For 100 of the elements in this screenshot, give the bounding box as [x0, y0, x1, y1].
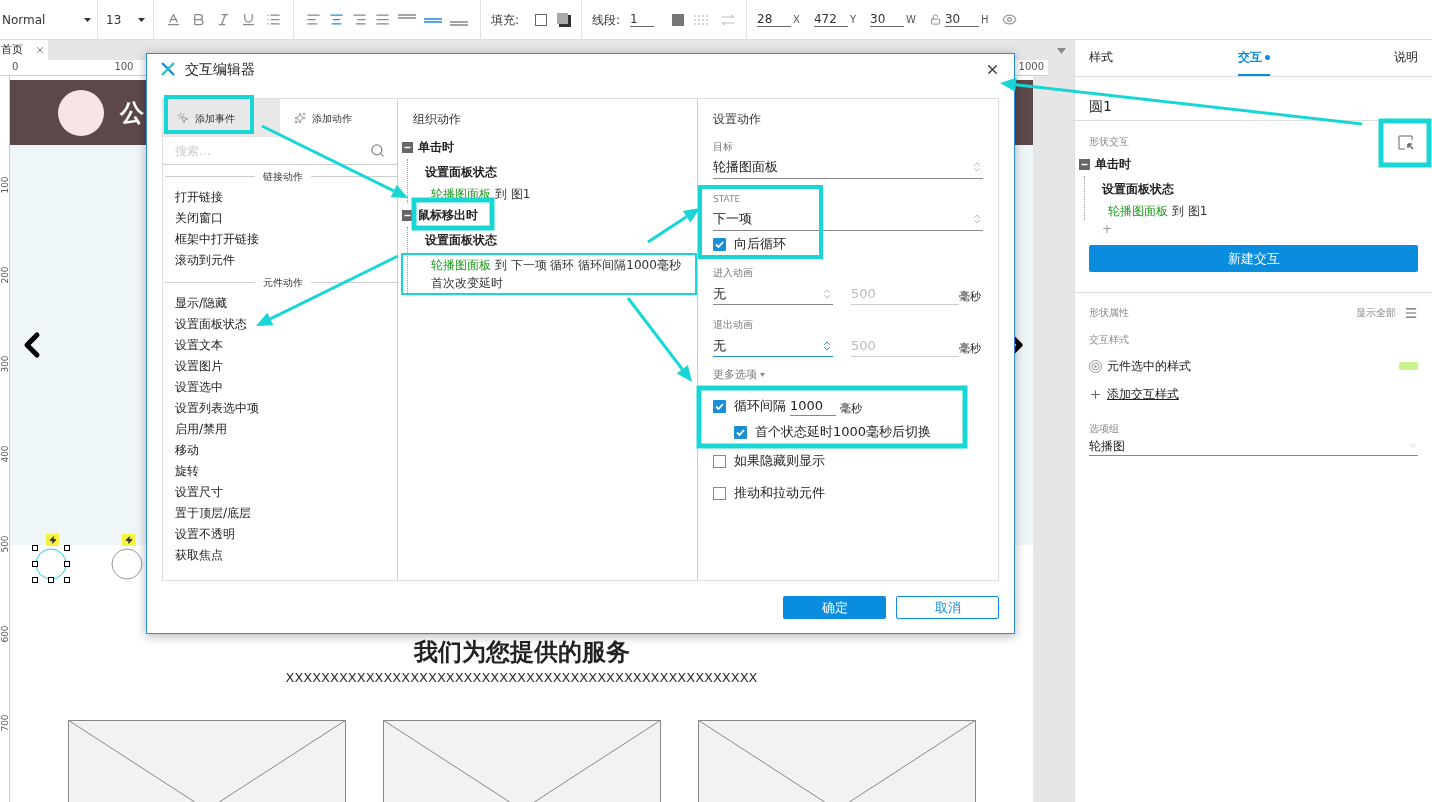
action-list-item[interactable]: 设置列表选中项 [175, 398, 259, 419]
coordinate-field[interactable]: 28 [757, 12, 792, 27]
animation-select[interactable]: 无 [713, 335, 833, 357]
circle-shape[interactable] [32, 545, 70, 583]
font-color-icon[interactable] [166, 12, 181, 27]
target-icon [1089, 359, 1102, 373]
action-list-item[interactable]: 获取焦点 [175, 545, 223, 566]
align-justify-icon[interactable] [375, 12, 390, 27]
caret-icon [84, 17, 91, 22]
checkbox[interactable] [713, 237, 726, 251]
cancel-button[interactable]: 取消 [896, 596, 999, 619]
fill-color-swatch[interactable] [535, 13, 548, 26]
action-list-item[interactable]: 设置选中 [175, 377, 223, 398]
more-options-toggle[interactable]: 更多选项 [713, 366, 757, 384]
panel-tab[interactable]: 说明 [1394, 40, 1418, 76]
action-list-item[interactable]: 关闭窗口 [175, 208, 223, 229]
action-list-item[interactable]: 设置面板状态 [175, 314, 247, 335]
panel-tab[interactable]: 样式 [1089, 40, 1113, 76]
event-name[interactable]: 单击时 [1095, 155, 1131, 173]
show-all-link[interactable]: 显示全部 [1356, 305, 1396, 320]
line-color-swatch[interactable] [672, 13, 685, 26]
list-icon[interactable] [266, 12, 281, 27]
action-name: 设置面板状态 [425, 164, 498, 181]
interval-field[interactable]: 1000 [790, 395, 836, 417]
align-left-icon[interactable] [306, 12, 321, 27]
checkbox-label: 向后循环 [734, 235, 786, 254]
action-list-item[interactable]: 置于顶层/底层 [175, 503, 252, 524]
bold-icon[interactable] [191, 12, 206, 27]
action-list-item[interactable]: 设置不透明 [175, 524, 235, 545]
field-label: STATE [713, 193, 741, 206]
section-label: 形状交互 [1089, 135, 1129, 149]
option-group-select[interactable]: 轮播图 [1089, 436, 1418, 456]
caret-icon[interactable] [760, 373, 765, 377]
coordinate-field[interactable]: 472 [813, 12, 848, 27]
action-list-item[interactable]: 设置文本 [175, 335, 223, 356]
checkbox-label: 推动和拉动元件 [734, 484, 825, 503]
plus-icon[interactable] [1089, 387, 1102, 401]
up-down-icon [821, 287, 833, 300]
checkbox[interactable] [713, 454, 726, 468]
action-summary: 轮播图面板 到 图1 [1108, 203, 1209, 220]
coordinate-field[interactable]: 30 [870, 12, 905, 27]
style-item[interactable]: 元件选中的样式 [1107, 357, 1191, 375]
interaction-badge [122, 534, 135, 546]
collapse-icon[interactable] [1079, 158, 1090, 170]
action-list-item[interactable]: 打开链接 [175, 187, 223, 208]
align-center-icon[interactable] [329, 12, 344, 27]
align-right-icon[interactable] [352, 12, 367, 27]
menu-icon[interactable] [1404, 305, 1418, 320]
field-label: 目标 [713, 140, 733, 154]
action-list-item[interactable]: 移动 [175, 440, 199, 461]
event-name[interactable]: 鼠标移出时 [418, 206, 478, 224]
caret-icon[interactable] [1057, 48, 1066, 54]
visibility-icon[interactable] [1002, 12, 1018, 27]
field-label: 退出动画 [713, 318, 753, 332]
select-target-icon[interactable] [1398, 135, 1414, 150]
line-width-field[interactable]: 1 [630, 12, 655, 27]
checkbox-label: 首个状态延时1000毫秒后切换 [755, 423, 932, 442]
section-label: 交互样式 [1089, 333, 1130, 347]
panel-tab[interactable]: 交互 [1237, 40, 1270, 76]
interaction-badge [46, 534, 59, 546]
font-size-dropdown[interactable]: 13 [98, 0, 154, 40]
column-title: 设置动作 [713, 111, 761, 128]
page-tab[interactable]: 首页 [0, 40, 48, 60]
action-list-item[interactable]: 滚动到元件 [175, 250, 235, 271]
collapse-icon[interactable] [402, 209, 413, 221]
animation-select[interactable]: 无 [713, 283, 833, 305]
checkbox[interactable] [713, 486, 726, 500]
style-color-swatch[interactable] [1399, 362, 1418, 370]
font-dropdown[interactable]: Normal [0, 0, 98, 40]
checkbox-label: 循环间隔 [734, 397, 786, 416]
vertical-ruler: 100 200 300 400 500 600 700 [0, 76, 10, 802]
unit-label: 毫秒 [959, 340, 981, 357]
target-select[interactable]: 轮播图面板 [713, 155, 983, 179]
italic-icon[interactable] [216, 12, 231, 27]
action-list-item[interactable]: 设置尺寸 [175, 482, 223, 503]
confirm-button[interactable]: 确定 [783, 596, 886, 619]
coordinate-field[interactable]: 30 [944, 12, 979, 27]
highlight-frame [1378, 118, 1432, 168]
action-list-item[interactable]: 启用/禁用 [175, 419, 228, 440]
column-title: 组织动作 [413, 111, 461, 128]
up-down-icon [971, 160, 983, 173]
unit-label: 毫秒 [840, 400, 862, 417]
add-style-link[interactable]: 添加交互样式 [1107, 385, 1179, 403]
checkbox[interactable] [734, 425, 747, 439]
shadow-icon[interactable] [557, 12, 572, 27]
action-list-item[interactable]: 框架中打开链接 [175, 229, 259, 250]
search-icon [370, 143, 385, 158]
state-select[interactable]: 下一项 [713, 207, 983, 231]
placeholder-text: XXXXXXXXXXXXXXXXXXXXXXXXXXXXXXXXXXXXXXXXXXXXXXXXXXXXX [284, 670, 759, 686]
action-list-item[interactable]: 设置图片 [175, 356, 223, 377]
checkbox[interactable] [713, 399, 726, 413]
coordinate-label: W [906, 13, 916, 27]
action-list-item[interactable]: 旋转 [175, 461, 199, 482]
lock-icon[interactable] [929, 14, 941, 25]
collapse-icon[interactable] [402, 141, 413, 153]
action-list-item[interactable]: 显示/隐藏 [175, 293, 228, 314]
new-interaction-button[interactable]: 新建交互 [1089, 245, 1418, 272]
underline-icon[interactable] [241, 12, 256, 27]
event-name[interactable]: 单击时 [418, 138, 454, 156]
shape-name[interactable]: 圆1 [1089, 96, 1112, 117]
